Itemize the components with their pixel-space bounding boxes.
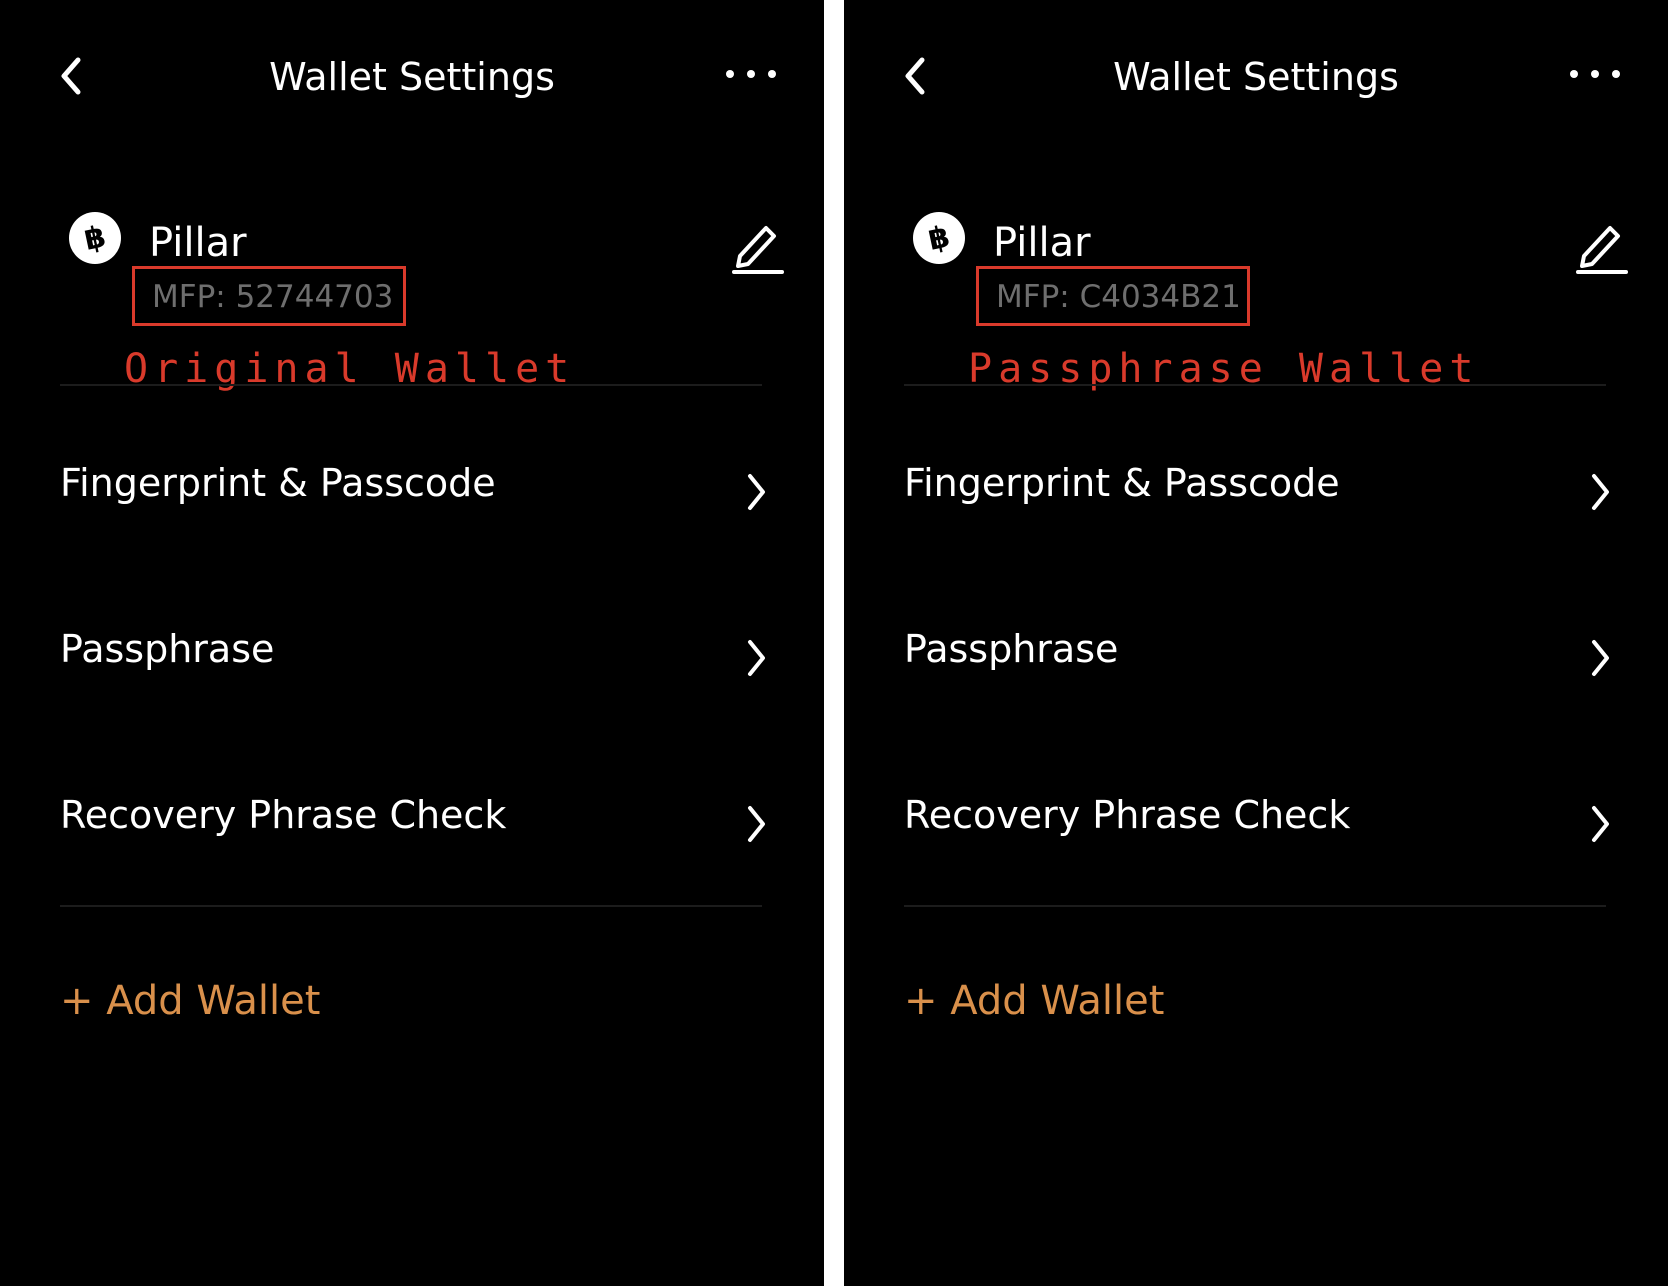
menu-item-label: Fingerprint & Passcode — [904, 461, 1340, 505]
mfp-highlight-box: MFP: 52744703 — [132, 266, 406, 326]
chevron-right-icon — [744, 636, 770, 680]
mfp-highlight-box: MFP: C4034B21 — [976, 266, 1250, 326]
more-options-icon[interactable] — [722, 62, 780, 92]
menu-item-recovery-phrase-check[interactable]: Recovery Phrase Check — [904, 754, 1624, 874]
add-wallet-button[interactable]: + Add Wallet — [60, 974, 320, 1028]
chevron-right-icon — [1588, 636, 1614, 680]
add-wallet-button[interactable]: + Add Wallet — [904, 974, 1164, 1028]
bitcoin-icon: ฿ — [68, 211, 122, 265]
chevron-right-icon — [744, 470, 770, 514]
menu-item-recovery-phrase-check[interactable]: Recovery Phrase Check — [60, 754, 780, 874]
page-title: Wallet Settings — [1113, 55, 1399, 99]
divider — [904, 905, 1606, 907]
wallet-type-annotation: Passphrase Wallet — [968, 346, 1480, 392]
more-options-icon[interactable] — [1566, 62, 1624, 92]
wallet-mfp: MFP: 52744703 — [152, 279, 394, 315]
wallet-settings-panel-passphrase: Wallet Settings ฿ Pillar MFP: C4034B21 P… — [844, 0, 1668, 1286]
divider — [60, 905, 762, 907]
divider — [904, 384, 1606, 386]
menu-item-label: Recovery Phrase Check — [60, 793, 507, 837]
menu-item-label: Fingerprint & Passcode — [60, 461, 496, 505]
wallet-name: Pillar — [993, 220, 1091, 266]
divider — [60, 384, 762, 386]
back-icon[interactable] — [52, 52, 92, 102]
wallet-mfp: MFP: C4034B21 — [996, 279, 1241, 315]
menu-item-label: Recovery Phrase Check — [904, 793, 1351, 837]
menu-item-label: Passphrase — [60, 627, 275, 671]
wallet-settings-panel-original: Wallet Settings ฿ Pillar MFP: 52744703 O… — [0, 0, 824, 1286]
chevron-right-icon — [744, 802, 770, 846]
chevron-right-icon — [1588, 802, 1614, 846]
back-icon[interactable] — [896, 52, 936, 102]
menu-item-fingerprint-passcode[interactable]: Fingerprint & Passcode — [904, 422, 1624, 542]
pencil-icon[interactable] — [1574, 216, 1628, 276]
menu-item-label: Passphrase — [904, 627, 1119, 671]
page-title: Wallet Settings — [269, 55, 555, 99]
wallet-type-annotation: Original Wallet — [124, 346, 576, 392]
pencil-icon[interactable] — [730, 216, 784, 276]
chevron-right-icon — [1588, 470, 1614, 514]
menu-item-passphrase[interactable]: Passphrase — [60, 588, 780, 708]
bitcoin-icon: ฿ — [912, 211, 966, 265]
menu-item-passphrase[interactable]: Passphrase — [904, 588, 1624, 708]
menu-item-fingerprint-passcode[interactable]: Fingerprint & Passcode — [60, 422, 780, 542]
wallet-name: Pillar — [149, 220, 247, 266]
